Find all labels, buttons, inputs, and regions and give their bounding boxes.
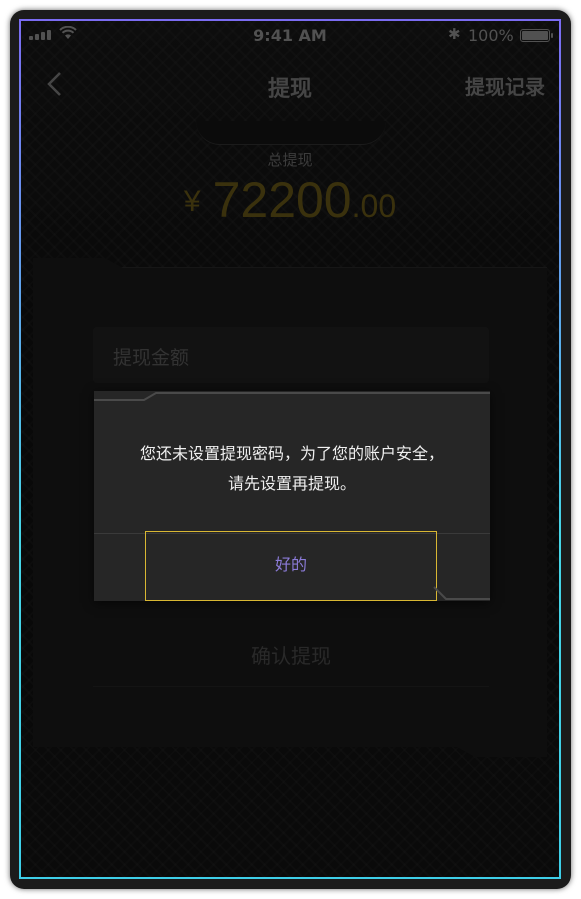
- alert-dialog: 您还未设置提现密码，为了您的账户安全， 请先设置再提现。 好的: [94, 391, 490, 601]
- app-screen: 9:41 AM ✱ 100% 提现 提现记录 总提现 ¥72200.00 提现金…: [19, 19, 561, 879]
- dialog-message: 您还未设置提现密码，为了您的账户安全， 请先设置再提现。: [104, 439, 480, 499]
- dialog-message-line: 请先设置再提现。: [227, 474, 356, 493]
- dialog-top-decoration: [94, 392, 490, 401]
- dialog-message-line: 您还未设置提现密码，为了您的账户安全，: [139, 444, 444, 463]
- dialog-bottom-decoration: [433, 586, 490, 600]
